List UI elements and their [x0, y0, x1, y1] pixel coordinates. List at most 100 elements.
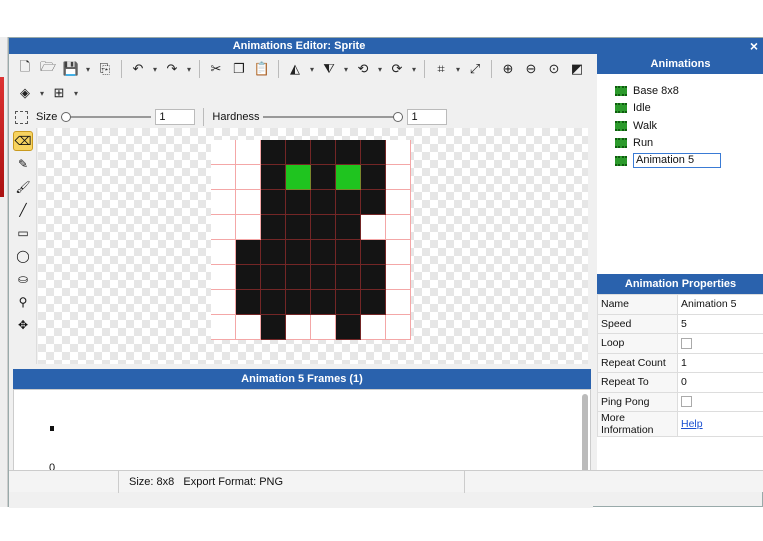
sprite-pixel[interactable]	[286, 240, 311, 265]
sprite-pixel[interactable]	[261, 140, 286, 165]
sprite-pixel[interactable]	[236, 215, 261, 240]
sprite-pixel[interactable]	[336, 190, 361, 215]
ellipse-icon[interactable]: ◯	[13, 246, 33, 266]
sprite-pixel[interactable]	[286, 215, 311, 240]
sprite-pixel[interactable]	[211, 240, 236, 265]
sprite-pixel[interactable]	[261, 165, 286, 190]
animation-item[interactable]: Idle	[597, 100, 763, 118]
sprite-pixel[interactable]	[361, 140, 386, 165]
sprite-pixel[interactable]	[286, 265, 311, 290]
cut-icon[interactable]: ✂	[206, 59, 226, 79]
property-checkbox[interactable]	[681, 337, 692, 349]
invert-icon[interactable]: ◩	[567, 59, 587, 79]
size-slider[interactable]	[61, 112, 152, 122]
chevron-down-icon[interactable]: ▾	[410, 59, 418, 79]
chevron-down-icon[interactable]: ▾	[72, 83, 80, 103]
sprite-pixel[interactable]	[261, 315, 286, 340]
eraser-icon[interactable]: ⌫	[13, 131, 33, 151]
property-value[interactable]: 0	[681, 376, 687, 388]
folder-open-icon[interactable]: 🗁	[38, 59, 58, 79]
chevron-down-icon[interactable]: ▾	[84, 59, 92, 79]
sprite-pixel[interactable]	[286, 190, 311, 215]
zoom-fit-icon[interactable]: ⊙	[544, 59, 564, 79]
sprite-pixel[interactable]	[261, 290, 286, 315]
property-value[interactable]: 5	[681, 318, 687, 330]
layers-icon[interactable]: ◈	[15, 83, 35, 103]
crop-icon[interactable]: ⌗	[431, 59, 451, 79]
sprite-pixel[interactable]	[211, 215, 236, 240]
sprite-pixel[interactable]	[311, 140, 336, 165]
sprite-pixel[interactable]	[311, 265, 336, 290]
sprite-pixel[interactable]	[386, 165, 411, 190]
chevron-down-icon[interactable]: ▾	[342, 59, 350, 79]
property-value[interactable]: 1	[681, 357, 687, 369]
sprite-pixel[interactable]	[386, 265, 411, 290]
animation-item[interactable]: Run	[597, 135, 763, 153]
copy-icon[interactable]: ❐	[229, 59, 249, 79]
sprite-pixel[interactable]	[386, 290, 411, 315]
export-icon[interactable]: ⎘	[95, 59, 115, 79]
sprite-pixel[interactable]	[261, 190, 286, 215]
sprite-pixel[interactable]	[236, 290, 261, 315]
rotate-left-icon[interactable]: ⟲	[353, 59, 373, 79]
sprite-pixel[interactable]	[336, 165, 361, 190]
zoom-out-icon[interactable]: ⊖	[521, 59, 541, 79]
pencil-icon[interactable]: ✎	[13, 154, 33, 174]
animation-item-editing[interactable]: Animation 5	[597, 152, 763, 170]
close-icon[interactable]: ×	[750, 38, 758, 54]
rotate-right-icon[interactable]: ⟳	[387, 59, 407, 79]
sprite-pixel[interactable]	[361, 240, 386, 265]
hardness-slider[interactable]	[263, 112, 404, 122]
help-link[interactable]: Help	[681, 418, 703, 430]
save-icon[interactable]: 💾	[61, 59, 81, 79]
sprite-pixel[interactable]	[236, 140, 261, 165]
sprite-pixel[interactable]	[336, 315, 361, 340]
sprite-pixel[interactable]	[386, 215, 411, 240]
rectangle-icon[interactable]: ▭	[13, 223, 33, 243]
selection-toggle-icon[interactable]	[15, 110, 28, 124]
sprite-pixel[interactable]	[211, 140, 236, 165]
frames-scrollbar[interactable]	[582, 394, 588, 480]
resize-icon[interactable]: ⤢	[465, 59, 485, 79]
sprite-pixel[interactable]	[311, 290, 336, 315]
move-icon[interactable]: ✥	[13, 315, 33, 335]
sprite-pixel[interactable]	[386, 315, 411, 340]
sprite-pixel[interactable]	[236, 240, 261, 265]
chevron-down-icon[interactable]: ▾	[185, 59, 193, 79]
hardness-slider-handle[interactable]	[393, 112, 404, 122]
animation-name-input[interactable]: Animation 5	[633, 153, 721, 169]
sprite-pixel[interactable]	[261, 215, 286, 240]
sprite-pixel[interactable]	[236, 265, 261, 290]
frame-thumbnail[interactable]	[50, 426, 54, 431]
sprite-pixel[interactable]	[261, 240, 286, 265]
sprite-pixel[interactable]	[286, 290, 311, 315]
eyedropper-icon[interactable]: ⚲	[13, 292, 33, 312]
sprite-pixel[interactable]	[236, 315, 261, 340]
sprite-pixel[interactable]	[236, 190, 261, 215]
size-input[interactable]: 1	[155, 109, 196, 125]
sprite-pixel[interactable]	[361, 215, 386, 240]
hardness-input[interactable]: 1	[407, 109, 448, 125]
property-checkbox[interactable]	[681, 396, 692, 408]
redo-icon[interactable]: ↷	[162, 59, 182, 79]
paste-icon[interactable]: 📋	[252, 59, 272, 79]
sprite-pixel-grid[interactable]	[211, 140, 411, 340]
drawing-canvas[interactable]	[38, 128, 588, 364]
animation-item[interactable]: Walk	[597, 117, 763, 135]
grid-icon[interactable]: ⊞	[49, 83, 69, 103]
sprite-pixel[interactable]	[386, 190, 411, 215]
sprite-pixel[interactable]	[211, 290, 236, 315]
sprite-pixel[interactable]	[311, 215, 336, 240]
sprite-pixel[interactable]	[236, 165, 261, 190]
sprite-pixel[interactable]	[286, 315, 311, 340]
sprite-pixel[interactable]	[286, 165, 311, 190]
sprite-pixel[interactable]	[361, 290, 386, 315]
sprite-pixel[interactable]	[386, 240, 411, 265]
chevron-down-icon[interactable]: ▾	[454, 59, 462, 79]
sprite-pixel[interactable]	[361, 165, 386, 190]
property-value[interactable]: Animation 5	[681, 298, 736, 310]
flip-vertical-icon[interactable]: ⧨	[319, 59, 339, 79]
chevron-down-icon[interactable]: ▾	[38, 83, 46, 103]
sprite-pixel[interactable]	[336, 265, 361, 290]
sprite-pixel[interactable]	[211, 265, 236, 290]
